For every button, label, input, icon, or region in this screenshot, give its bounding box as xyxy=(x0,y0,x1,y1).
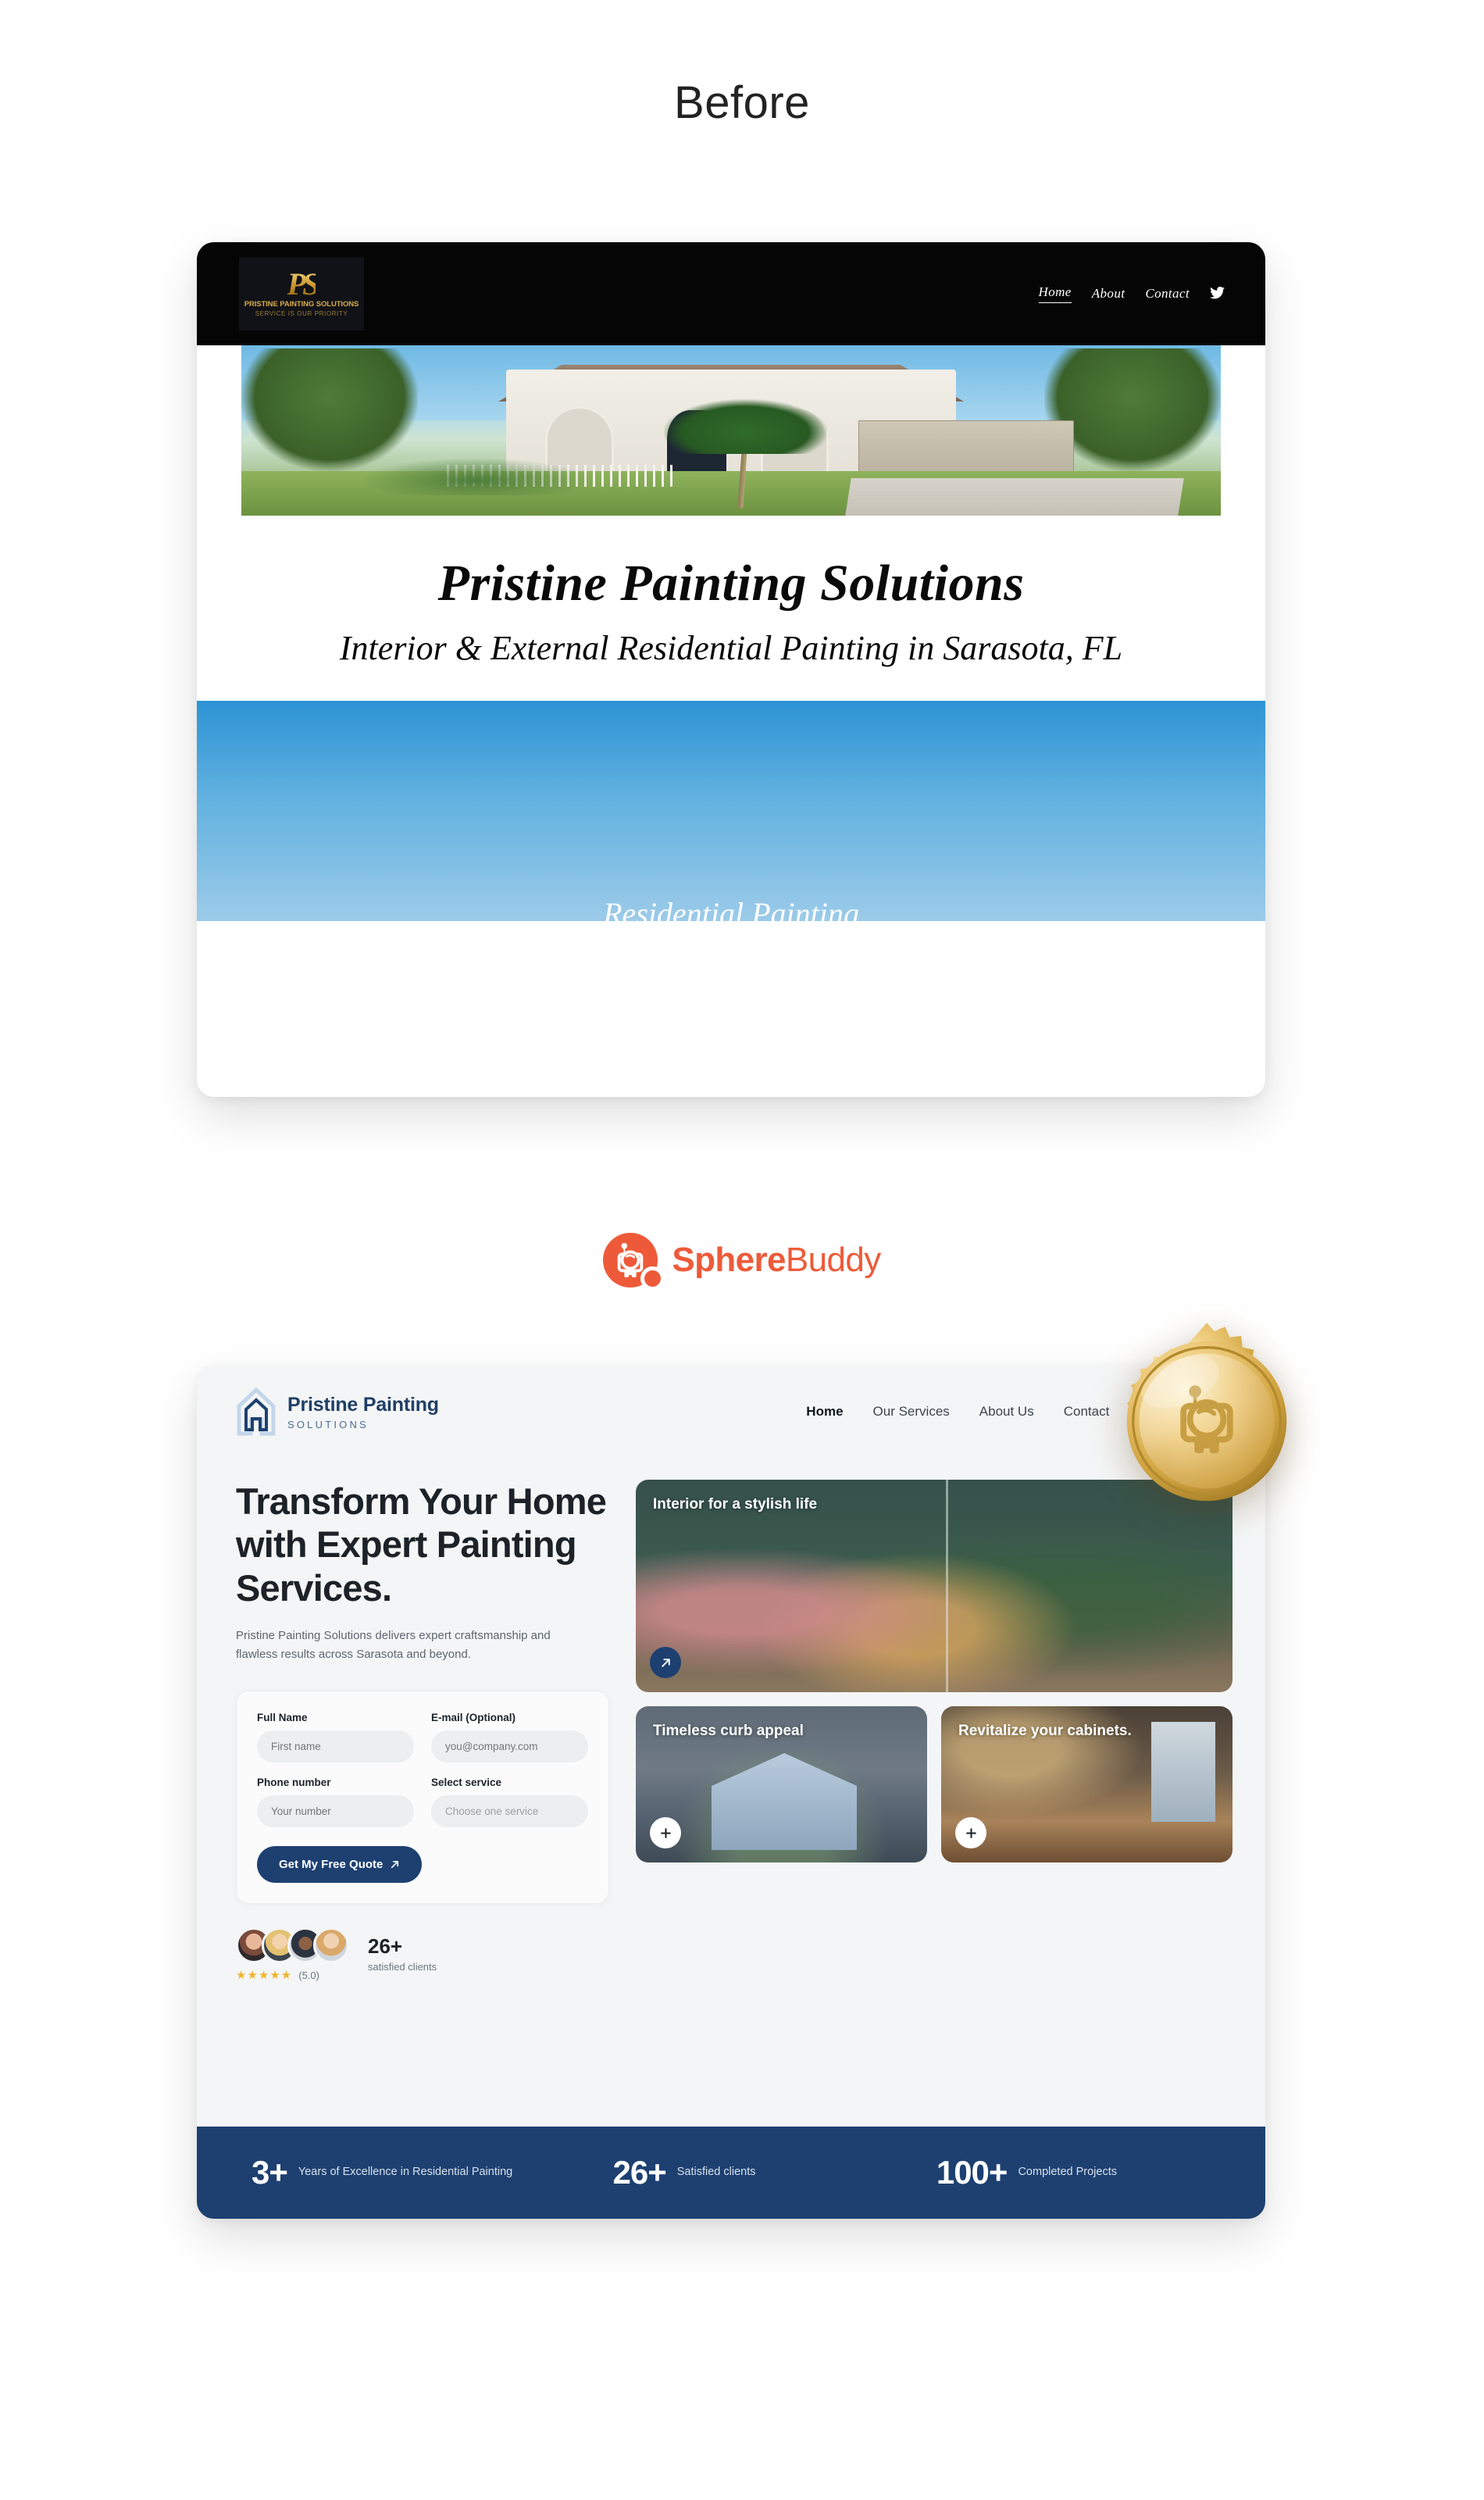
select-service-label: Select service xyxy=(431,1776,502,1788)
form-row-2: Phone number Select service Choose one s… xyxy=(257,1777,588,1827)
old-nav-item-home[interactable]: Home xyxy=(1038,284,1072,303)
gallery-label-interior: Interior for a stylish life xyxy=(653,1496,818,1512)
stat-years: 3+ Years of Excellence in Residential Pa… xyxy=(251,2156,540,2189)
page-title: Before xyxy=(674,77,810,128)
stat-clients-text: Satisfied clients xyxy=(676,2166,756,2179)
arrow-up-right-icon xyxy=(661,1658,670,1667)
photo-palm-tree xyxy=(664,398,828,509)
nav-item-contact[interactable]: Contact xyxy=(1064,1404,1110,1420)
stat-years-text: Years of Excellence in Residential Paint… xyxy=(298,2166,513,2179)
brand-name-bold: Sphere xyxy=(672,1241,786,1279)
new-hero-section: Transform Your Home with Expert Painting… xyxy=(197,1458,1265,1981)
stat-projects-text: Completed Projects xyxy=(1018,2166,1117,2179)
client-count-number: 26+ xyxy=(368,1934,403,1958)
old-site-header: PS PRISTINE PAINTING SOLUTIONS SERVICE I… xyxy=(197,242,1265,345)
client-count-caption: satisfied clients xyxy=(368,1960,437,1973)
service-field-group: Select service Choose one service xyxy=(431,1777,588,1827)
gallery-label-curb-appeal: Timeless curb appeal xyxy=(653,1723,804,1739)
spherebuddy-wordmark: SphereBuddy xyxy=(672,1241,881,1279)
old-site-logo[interactable]: PS PRISTINE PAINTING SOLUTIONS SERVICE I… xyxy=(239,257,364,330)
spherebuddy-dot xyxy=(644,1270,662,1287)
select-service-dropdown[interactable]: Choose one service xyxy=(431,1795,588,1827)
new-site-nav: Home Our Services About Us Contact xyxy=(806,1404,1109,1420)
old-nav-item-about[interactable]: About xyxy=(1092,286,1125,302)
old-hero-photo xyxy=(241,345,1221,516)
phone-field-group: Phone number xyxy=(257,1777,414,1827)
avatar xyxy=(313,1927,349,1963)
chevron-down-icon xyxy=(563,1808,574,1815)
old-hero-sky-band: Residential Painting xyxy=(197,700,1265,921)
form-row-1: Full Name E-mail (Optional) xyxy=(257,1712,588,1762)
plus-icon xyxy=(965,1827,976,1838)
full-name-label: Full Name xyxy=(257,1711,308,1723)
brand-name-light: Buddy xyxy=(785,1241,881,1279)
gallery-card-cabinets[interactable]: Revitalize your cabinets. xyxy=(941,1706,1233,1862)
email-label: E-mail (Optional) xyxy=(431,1711,515,1723)
get-free-quote-button[interactable]: Get My Free Quote xyxy=(257,1845,423,1883)
phone-number-label-field: Phone number xyxy=(257,1776,331,1788)
hero-subheading: Pristine Painting Solutions delivers exp… xyxy=(236,1629,551,1662)
plus-icon xyxy=(660,1827,671,1838)
quote-form-card: Full Name E-mail (Optional) Phone number xyxy=(236,1690,609,1904)
stat-years-number: 3+ xyxy=(251,2154,288,2191)
gallery-add-button-cabinets[interactable] xyxy=(955,1817,986,1848)
old-nav-item-contact[interactable]: Contact xyxy=(1145,286,1190,302)
photo-bushes xyxy=(359,457,594,495)
client-avatars xyxy=(236,1927,349,1963)
gallery-open-button-interior[interactable] xyxy=(650,1647,681,1678)
hero-heading: Transform Your Home with Expert Painting… xyxy=(236,1480,607,1609)
star-rating-icon: ★★★★★ xyxy=(236,1968,293,1982)
nav-item-about-us[interactable]: About Us xyxy=(979,1404,1034,1420)
gold-award-seal-icon xyxy=(1126,1323,1287,1502)
new-site-logo[interactable]: Pristine Painting SOLUTIONS xyxy=(236,1388,439,1436)
old-logo-tagline: SERVICE IS OUR PRIORITY xyxy=(255,310,348,317)
spherebuddy-mark xyxy=(603,1233,662,1288)
hero-gallery: Interior for a stylish life Timeless cur… xyxy=(636,1480,1233,1981)
old-hero-heading: Pristine Painting Solutions xyxy=(437,555,1025,612)
client-count-block: 26+ satisfied clients xyxy=(368,1936,437,1973)
photo-driveway xyxy=(845,478,1185,516)
avatars-and-rating: ★★★★★ (5.0) xyxy=(236,1927,349,1981)
stats-bar: 3+ Years of Excellence in Residential Pa… xyxy=(197,2127,1265,2219)
photo-tree-left xyxy=(241,348,418,472)
hero-left-column: Transform Your Home with Expert Painting… xyxy=(236,1480,609,1981)
star-rating-line: ★★★★★ (5.0) xyxy=(236,1970,349,1981)
nav-item-home[interactable]: Home xyxy=(806,1404,843,1420)
stat-clients: 26+ Satisfied clients xyxy=(540,2156,828,2189)
email-field-group: E-mail (Optional) xyxy=(431,1712,588,1762)
old-logo-company-name: PRISTINE PAINTING SOLUTIONS xyxy=(244,300,359,309)
stat-clients-number: 26+ xyxy=(612,2154,666,2191)
old-logo-monogram: PS xyxy=(287,266,320,302)
stat-projects-number: 100+ xyxy=(936,2154,1008,2191)
select-service-value: Choose one service xyxy=(445,1805,539,1817)
gallery-add-button-curb-appeal[interactable] xyxy=(650,1817,681,1848)
new-logo-subtitle: SOLUTIONS xyxy=(287,1418,369,1430)
gallery-row: Timeless curb appeal Revitalize your cab… xyxy=(636,1706,1233,1862)
house-outline-icon xyxy=(237,1388,276,1436)
get-free-quote-label: Get My Free Quote xyxy=(279,1857,383,1871)
rating-value: (5.0) xyxy=(298,1969,319,1981)
gallery-card-curb-appeal[interactable]: Timeless curb appeal xyxy=(636,1706,927,1862)
old-hero-subheading: Interior & External Residential Painting… xyxy=(339,629,1123,668)
gallery-label-cabinets: Revitalize your cabinets. xyxy=(958,1723,1132,1739)
old-site-nav: Home About Contact xyxy=(1038,284,1225,303)
stat-projects: 100+ Completed Projects xyxy=(829,2156,1211,2189)
twitter-bird-icon[interactable] xyxy=(1210,286,1225,302)
full-name-field-group: Full Name xyxy=(257,1712,414,1762)
astronaut-icon xyxy=(618,1242,644,1278)
spherebuddy-logo: SphereBuddy xyxy=(0,1233,1484,1288)
before-website-mockup: PS PRISTINE PAINTING SOLUTIONS SERVICE I… xyxy=(197,242,1265,1097)
arrow-up-right-icon xyxy=(391,1860,399,1868)
nav-item-our-services[interactable]: Our Services xyxy=(873,1404,950,1420)
email-input[interactable] xyxy=(431,1730,588,1762)
full-name-input[interactable] xyxy=(257,1730,414,1762)
social-proof: ★★★★★ (5.0) 26+ satisfied clients xyxy=(236,1927,609,1981)
old-fold-text: Residential Painting xyxy=(603,895,859,921)
new-logo-title: Pristine Painting xyxy=(287,1393,439,1416)
photo-garage-door xyxy=(858,420,1074,479)
phone-number-input[interactable] xyxy=(257,1795,414,1827)
old-hero-text-block: Pristine Painting Solutions Interior & E… xyxy=(197,516,1265,701)
